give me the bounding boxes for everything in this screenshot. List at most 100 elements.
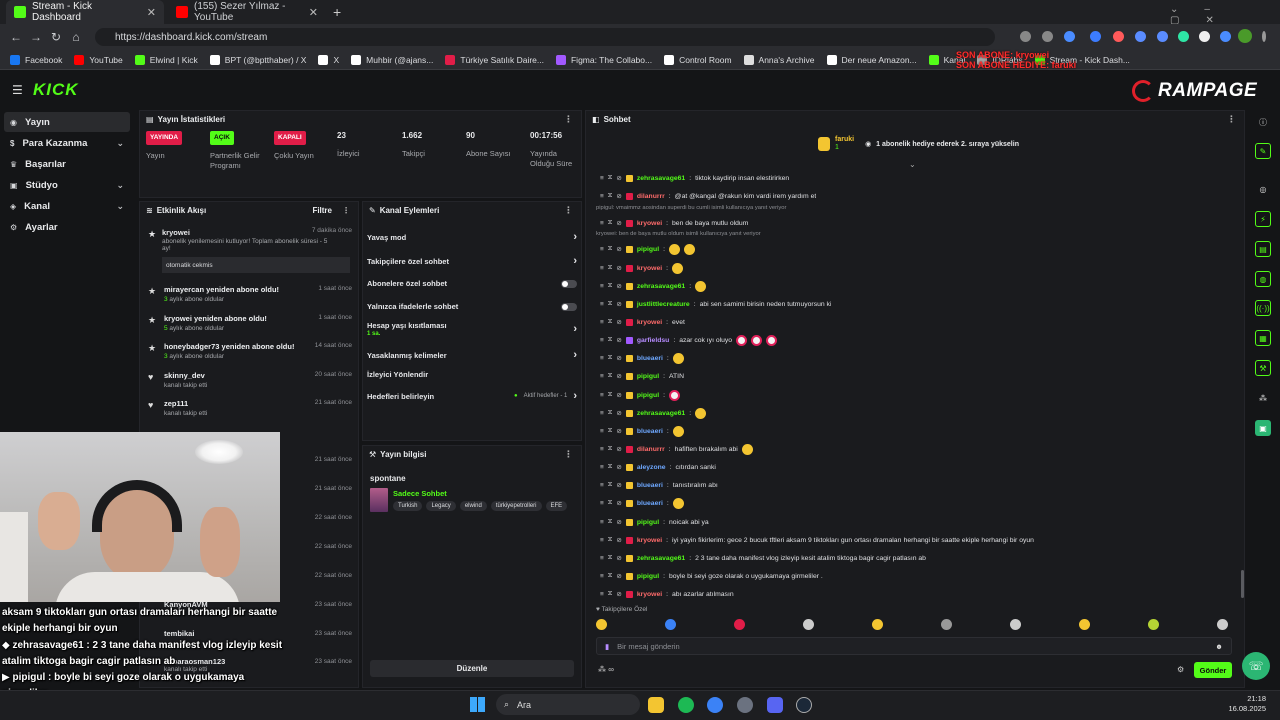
emote-icon[interactable] bbox=[1148, 619, 1159, 630]
bookmark-item[interactable]: Muhbir (@ajans... bbox=[351, 54, 433, 65]
chat-input[interactable]: ▮ Bir mesaj gönderin ☻ bbox=[596, 637, 1232, 655]
tag-chip[interactable]: türkiyepetrolleri bbox=[490, 501, 542, 511]
channel-action-row[interactable]: Hesap yaşı kısıtlaması 1 sa. › bbox=[367, 321, 577, 337]
clapper-icon[interactable]: ▣ bbox=[1255, 420, 1271, 436]
ban-icon[interactable]: ⊘ bbox=[616, 499, 621, 507]
timeout-icon[interactable]: ⧖ bbox=[608, 463, 613, 471]
close-tab-icon[interactable]: ✕ bbox=[147, 6, 156, 19]
chat-username[interactable]: pipigul bbox=[637, 573, 659, 580]
extension-icon[interactable] bbox=[1090, 31, 1101, 42]
list-icon[interactable]: ▤ bbox=[1255, 241, 1271, 257]
chat-message[interactable]: ≡ ⧖ ⊘ zehrasavage61: bbox=[600, 407, 1240, 419]
chat-message[interactable]: ≡ ⧖ ⊘ zehrasavage61: bbox=[600, 280, 1240, 292]
pin-icon[interactable]: ≡ bbox=[600, 246, 604, 253]
chat-username[interactable]: kryowei bbox=[637, 220, 662, 227]
timeout-icon[interactable]: ⧖ bbox=[608, 391, 613, 399]
bookmark-item[interactable]: Der neue Amazon... bbox=[826, 54, 917, 65]
pin-icon[interactable]: ≡ bbox=[600, 446, 604, 453]
file-explorer-icon[interactable] bbox=[648, 697, 664, 713]
send-button[interactable]: Gönder bbox=[1194, 662, 1232, 678]
chat-scrollbar[interactable] bbox=[1241, 570, 1244, 598]
bookmark-item[interactable]: BPT (@bptthaber) / X bbox=[209, 54, 306, 65]
chat-username[interactable]: kryowei bbox=[637, 265, 662, 272]
timeout-icon[interactable]: ⧖ bbox=[608, 192, 613, 200]
chat-username[interactable]: pipigul bbox=[637, 392, 659, 399]
ban-icon[interactable]: ⊘ bbox=[616, 518, 621, 526]
sidebar-item-ayarlar[interactable]: ⚙ Ayarlar bbox=[4, 217, 130, 237]
profile-avatar[interactable] bbox=[1238, 29, 1252, 43]
more-icon[interactable]: ⋮ bbox=[564, 449, 573, 460]
timeout-icon[interactable]: ⧖ bbox=[608, 554, 613, 562]
timeout-icon[interactable]: ⧖ bbox=[608, 174, 613, 182]
timeout-icon[interactable]: ⧖ bbox=[608, 409, 613, 417]
chat-username[interactable]: pipigul bbox=[637, 519, 659, 526]
emote-icon[interactable] bbox=[1079, 619, 1090, 630]
ban-icon[interactable]: ⊘ bbox=[616, 481, 621, 489]
bookmark-item[interactable]: Anna's Archive bbox=[743, 54, 815, 65]
timeout-icon[interactable]: ⧖ bbox=[608, 282, 613, 290]
ban-icon[interactable]: ⊘ bbox=[616, 192, 621, 200]
channel-action-row[interactable]: Yasaklanmış kelimeler › bbox=[367, 349, 577, 361]
back-icon[interactable]: ← bbox=[6, 30, 26, 44]
timeout-icon[interactable]: ⧖ bbox=[608, 518, 613, 526]
sidebar-item-kanal[interactable]: ◈ Kanal ⌄ bbox=[4, 196, 130, 216]
sidebar-item-para-kazanma[interactable]: $ Para Kazanma ⌄ bbox=[4, 133, 130, 153]
chat-username[interactable]: blueaeri bbox=[637, 482, 663, 489]
chat-username[interactable]: dilanurrr bbox=[637, 446, 665, 453]
zoom-icon[interactable] bbox=[1020, 31, 1031, 42]
emote-icon[interactable] bbox=[1217, 619, 1228, 630]
bookmark-item[interactable]: Elwind | Kick bbox=[134, 54, 198, 65]
chat-message[interactable]: ≡ ⧖ ⊘ pipigul: bbox=[600, 243, 1240, 255]
pin-icon[interactable]: ≡ bbox=[600, 175, 604, 182]
extension-icon[interactable] bbox=[1178, 31, 1189, 42]
timeout-icon[interactable]: ⧖ bbox=[608, 354, 613, 362]
pin-icon[interactable]: ≡ bbox=[600, 319, 604, 326]
bookmark-item[interactable]: Figma: The Collabo... bbox=[555, 54, 652, 65]
pin-icon[interactable]: ≡ bbox=[600, 337, 604, 344]
wrench-icon[interactable]: ⚒ bbox=[1255, 360, 1271, 376]
more-icon[interactable]: ⋮ bbox=[342, 206, 350, 215]
more-icon[interactable]: ⋮ bbox=[564, 114, 573, 125]
bookmark-item[interactable]: YouTube bbox=[74, 54, 123, 65]
start-button[interactable] bbox=[470, 697, 485, 712]
ban-icon[interactable]: ⊘ bbox=[616, 219, 621, 227]
bookmark-star-icon[interactable] bbox=[1064, 31, 1075, 42]
toggle-switch[interactable] bbox=[561, 302, 577, 311]
sidebar-item-yayın[interactable]: ◉ Yayın bbox=[4, 112, 130, 132]
ban-icon[interactable]: ⊘ bbox=[616, 536, 621, 544]
taskbar-search[interactable]: ⌕ Ara bbox=[496, 694, 640, 715]
more-icon[interactable]: ⋮ bbox=[1227, 114, 1236, 125]
filter-button[interactable]: Filtre bbox=[312, 206, 332, 215]
pin-icon[interactable]: ≡ bbox=[600, 573, 604, 580]
toggle-switch[interactable] bbox=[561, 279, 577, 288]
bookmark-item[interactable]: Control Room bbox=[664, 54, 732, 65]
chat-settings-icon[interactable]: ⚙ bbox=[1177, 665, 1184, 674]
chat-message[interactable]: ≡ ⧖ ⊘ pipigul: ATIN bbox=[600, 370, 1240, 382]
pin-icon[interactable]: ≡ bbox=[600, 392, 604, 399]
pin-icon[interactable]: ≡ bbox=[600, 410, 604, 417]
timeout-icon[interactable]: ⧖ bbox=[608, 219, 613, 227]
pin-icon[interactable]: ≡ bbox=[600, 537, 604, 544]
chat-message[interactable]: ≡ ⧖ ⊘ blueaeri: bbox=[600, 497, 1240, 509]
chat-message[interactable]: ≡ ⧖ ⊘ pipigul: bbox=[600, 389, 1240, 401]
tag-chip[interactable]: EFE bbox=[545, 501, 568, 511]
pin-icon[interactable]: ≡ bbox=[600, 301, 604, 308]
chat-message[interactable]: ≡ ⧖ ⊘ kryowei: iyi yayin fikirlerim: gece 2 … bbox=[600, 534, 1240, 546]
chat-message[interactable]: ≡ ⧖ ⊘ dilanurrr: hafiften bırakalım abi bbox=[600, 443, 1240, 455]
discord-icon[interactable] bbox=[767, 697, 783, 713]
ban-icon[interactable]: ⊘ bbox=[616, 174, 621, 182]
pin-icon[interactable]: ≡ bbox=[600, 464, 604, 471]
ban-icon[interactable]: ⊘ bbox=[616, 590, 621, 598]
chat-message[interactable]: ≡ ⧖ ⊘ blueaeri: bbox=[600, 352, 1240, 364]
chat-message[interactable]: ≡ ⧖ ⊘ kryowei: abı azarlar atılmasın bbox=[600, 588, 1240, 600]
emote-icon[interactable] bbox=[596, 619, 607, 630]
chat-username[interactable]: blueaeri bbox=[637, 500, 663, 507]
pin-icon[interactable]: ≡ bbox=[600, 193, 604, 200]
info-icon[interactable]: ⓘ bbox=[1255, 114, 1271, 130]
channel-action-row[interactable]: Yavaş mod › bbox=[367, 231, 577, 243]
ban-icon[interactable]: ⊘ bbox=[616, 572, 621, 580]
extension-icon[interactable] bbox=[1135, 31, 1146, 42]
chat-username[interactable]: zehrasavage61 bbox=[637, 555, 685, 562]
pin-icon[interactable]: ≡ bbox=[600, 482, 604, 489]
emote-icon[interactable] bbox=[803, 619, 814, 630]
